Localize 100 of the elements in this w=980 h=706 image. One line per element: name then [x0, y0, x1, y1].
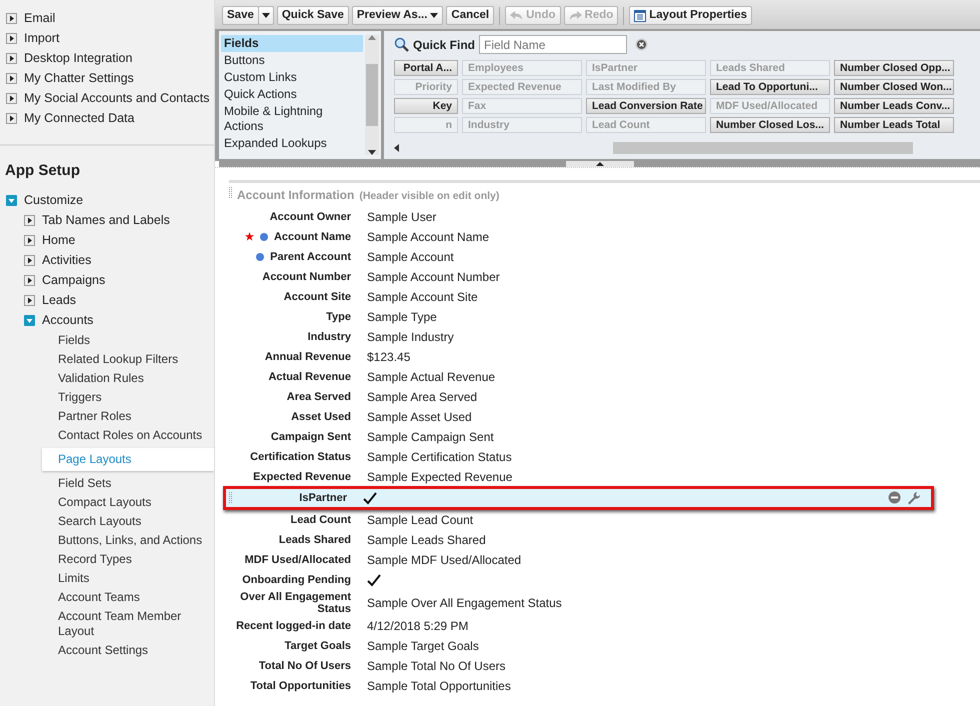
collapse-tab[interactable] — [566, 161, 634, 167]
remove-icon[interactable] — [888, 490, 901, 504]
section-title: Account Information — [237, 187, 354, 204]
palette-field[interactable]: Number Leads Total — [834, 117, 954, 133]
scroll-down-icon[interactable] — [368, 150, 376, 155]
expand-icon[interactable] — [6, 52, 17, 64]
field-value: Sample Area Served — [367, 390, 478, 404]
sidebar-item[interactable]: Home — [42, 231, 76, 250]
toolbar-button[interactable]: Save — [222, 6, 259, 25]
sidebar-link[interactable]: Contact Roles on Accounts — [0, 426, 214, 444]
palette-field[interactable]: Number Closed Won... — [834, 79, 954, 95]
expand-icon[interactable] — [24, 295, 35, 306]
sidebar-link[interactable]: Record Types — [0, 550, 214, 568]
expand-icon[interactable] — [6, 92, 17, 104]
sidebar-link[interactable]: Related Lookup Filters — [0, 350, 214, 368]
category-item[interactable]: Quick Actions — [221, 86, 363, 103]
sidebar-item[interactable]: Customize — [24, 191, 84, 210]
field-label: Parent Account — [270, 250, 351, 263]
sidebar-item[interactable]: My Chatter Settings — [24, 68, 134, 88]
quick-find-label: Quick Find — [413, 36, 476, 54]
field-value-link[interactable]: Sample User — [367, 210, 436, 224]
expand-icon[interactable] — [24, 215, 35, 226]
expand-icon[interactable] — [24, 275, 35, 286]
field-label: Lead Count — [290, 514, 351, 526]
redo-icon — [568, 10, 582, 21]
field-label: Area Served — [286, 390, 351, 403]
category-item[interactable]: Custom Links — [221, 69, 363, 86]
field-label: Total Opportunities — [250, 680, 351, 692]
sidebar-item[interactable]: Email — [24, 8, 56, 28]
sidebar-item[interactable]: Import — [24, 28, 60, 48]
expand-icon[interactable] — [6, 112, 17, 124]
sidebar-item[interactable]: Tab Names and Labels — [42, 211, 170, 230]
selected-field-row[interactable]: IsPartner — [223, 486, 934, 510]
sidebar-link[interactable]: Fields — [0, 330, 214, 350]
sidebar-link[interactable]: Account Settings — [0, 640, 214, 660]
expand-icon[interactable] — [6, 12, 17, 24]
field-label: Expected Revenue — [253, 470, 351, 483]
category-item[interactable]: Fields — [221, 35, 363, 52]
sidebar-item[interactable]: Activities — [42, 251, 92, 270]
sidebar-link[interactable]: Account Team Member Layout — [0, 606, 214, 640]
category-item[interactable]: Mobile & Lightning Actions — [221, 103, 363, 135]
sidebar-link[interactable]: Compact Layouts — [0, 492, 214, 512]
field-label: Recent logged-in date — [236, 620, 351, 632]
sidebar-item[interactable]: My Social Accounts and Contacts — [24, 88, 210, 108]
sidebar-item[interactable]: My Connected Data — [24, 108, 134, 128]
toolbar-button[interactable]: Layout Properties — [629, 6, 752, 25]
sidebar-link[interactable]: Validation Rules — [0, 368, 214, 388]
collapse-icon[interactable] — [24, 315, 35, 326]
palette-field[interactable]: Lead Conversion Rate — [586, 98, 706, 114]
toolbar-button[interactable]: Quick Save — [276, 6, 349, 25]
sidebar-link[interactable]: Page Layouts — [42, 448, 214, 470]
sidebar-link[interactable]: Account Teams — [0, 588, 214, 606]
wrench-icon[interactable] — [907, 490, 921, 505]
scroll-left-icon[interactable] — [394, 144, 399, 152]
field-value: Sample Account Name — [367, 230, 490, 244]
palette-field[interactable]: Number Leads Conv... — [834, 98, 954, 114]
expand-icon[interactable] — [24, 235, 35, 246]
field-value: Sample Campaign Sent — [367, 430, 494, 444]
field-label: Industry — [308, 330, 351, 343]
sidebar-item[interactable]: Campaigns — [42, 271, 106, 290]
palette-field[interactable]: Lead To Opportuni... — [710, 79, 830, 95]
field-value: Sample Target Goals — [367, 638, 479, 653]
toolbar-button[interactable]: Preview As... — [352, 6, 444, 25]
sidebar-link[interactable]: Limits — [0, 568, 214, 588]
sidebar-item[interactable]: Leads — [42, 291, 76, 310]
sidebar-link[interactable]: Buttons, Links, and Actions — [0, 530, 214, 550]
expand-icon[interactable] — [6, 72, 17, 84]
drag-handle-icon[interactable] — [229, 492, 232, 504]
field-value-link[interactable]: Sample Account — [367, 250, 454, 264]
field-label: Account Owner — [270, 210, 351, 223]
drag-handle-icon[interactable] — [229, 187, 232, 199]
category-item[interactable]: Buttons — [221, 52, 363, 69]
palette-field[interactable]: Portal A... — [394, 60, 458, 76]
clear-icon[interactable] — [635, 38, 648, 51]
sidebar-item[interactable]: Desktop Integration — [24, 48, 132, 68]
expand-icon[interactable] — [6, 32, 17, 44]
palette-field[interactable]: Number Closed Los... — [710, 117, 830, 133]
field-value: Sample Account Site — [367, 290, 478, 304]
field-label: Asset Used — [291, 410, 351, 423]
palette-field[interactable]: Key — [394, 98, 458, 114]
sidebar-item[interactable]: Accounts — [42, 311, 94, 330]
field-label: Annual Revenue — [264, 350, 351, 363]
field-value: Sample Account Number — [367, 270, 500, 284]
field-value: Sample Over All Engagement Status — [367, 596, 562, 610]
sidebar-link[interactable]: Partner Roles — [0, 406, 214, 426]
collapse-icon[interactable] — [6, 195, 17, 206]
search-field[interactable]: Field Name — [479, 35, 628, 54]
field-value: Sample Type — [367, 310, 437, 324]
dropdown-button[interactable] — [258, 6, 274, 25]
toolbar-button[interactable]: Cancel — [446, 6, 494, 25]
sidebar-link[interactable]: Search Layouts — [0, 512, 214, 530]
palette-field[interactable]: Number Closed Opp... — [834, 60, 954, 76]
scroll-up-icon[interactable] — [368, 35, 376, 40]
category-item[interactable]: Expanded Lookups — [221, 135, 363, 152]
vertical-scrollbar[interactable] — [365, 35, 379, 155]
sidebar-link[interactable]: Triggers — [0, 388, 214, 406]
sidebar-link[interactable]: Field Sets — [0, 474, 214, 492]
field-value: Sample Expected Revenue — [367, 470, 512, 484]
field-label: Leads Shared — [278, 534, 351, 546]
expand-icon[interactable] — [24, 255, 35, 266]
